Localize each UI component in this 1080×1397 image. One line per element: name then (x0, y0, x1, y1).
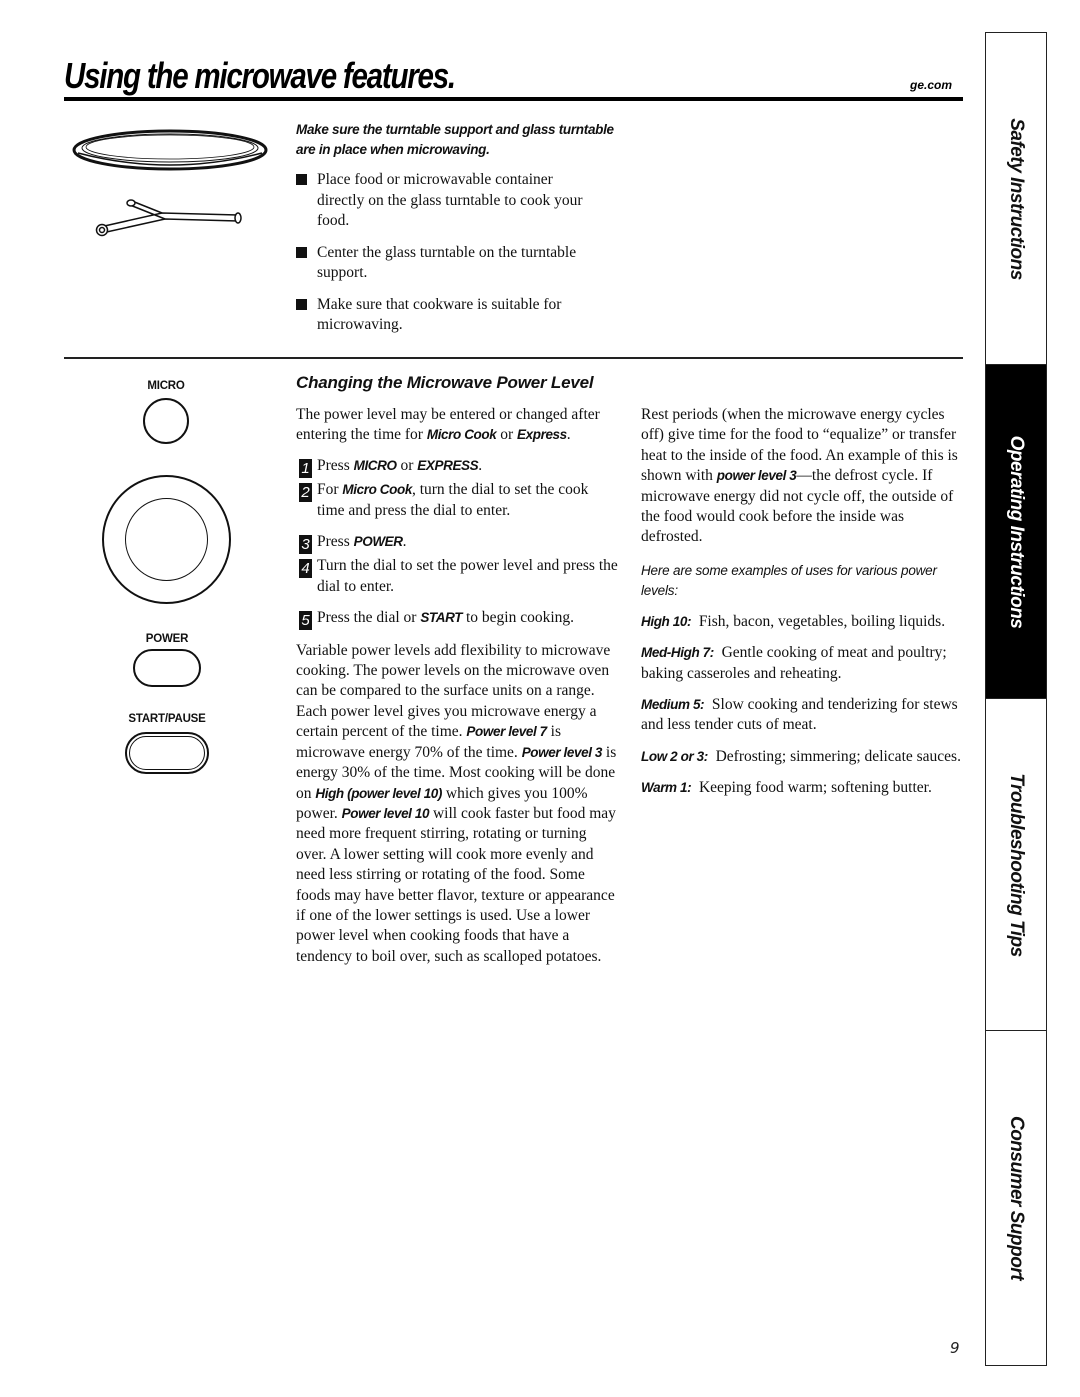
column-left: The power level may be entered or change… (296, 405, 618, 967)
tab-consumer-support[interactable]: Consumer Support (986, 1031, 1046, 1365)
bullet-square-icon (296, 298, 307, 310)
rest-periods-paragraph: Rest periods (when the microwave energy … (641, 406, 958, 546)
start-pause-button-icon (125, 732, 209, 774)
section-tabs: Safety Instructions Operating Instructio… (985, 32, 1047, 1366)
start-pause-label: START/PAUSE (128, 713, 206, 725)
list-item: Center the glass turntable on the turnta… (296, 243, 596, 284)
list-item: Make sure that cookware is suitable for … (296, 295, 596, 336)
page-number: 9 (950, 1339, 960, 1357)
bullet-square-icon (296, 174, 307, 185)
tab-operating-instructions[interactable]: Operating Instructions (986, 365, 1046, 699)
step-number-badge: 2 (299, 483, 312, 503)
site-link[interactable]: ge.com (910, 78, 952, 92)
example-item: Low 2 or 3: Defrosting; simmering; delic… (641, 747, 961, 765)
step-number-badge: 4 (299, 559, 312, 579)
bullet-square-icon (296, 246, 307, 258)
examples-intro: Here are some examples of uses for vario… (641, 562, 937, 598)
list-item: Place food or microwavable container dir… (296, 170, 596, 232)
step-item: 4 Turn the dial to set the power level a… (296, 556, 618, 597)
column-right: Rest periods (when the microwave energy … (641, 405, 961, 810)
step-item: 2 For Micro Cook, turn the dial to set t… (296, 480, 618, 521)
section-divider (64, 357, 963, 359)
step-number-badge: 1 (299, 458, 312, 478)
dial-icon (102, 475, 231, 604)
turntable-illustration (72, 129, 268, 237)
dial-center-icon (125, 498, 208, 581)
variable-power-paragraph: Variable power levels add flexibility to… (296, 641, 617, 965)
section-heading: Changing the Microwave Power Level (296, 373, 594, 392)
micro-label: MICRO (147, 380, 185, 392)
header-rule (64, 97, 963, 101)
turntable-support-icon (95, 199, 242, 237)
power-button-icon (133, 649, 201, 687)
example-item: Warm 1: Keeping food warm; softening but… (641, 779, 932, 797)
steps-list: 1 Press MICRO or EXPRESS. 2 For Micro Co… (296, 456, 618, 631)
example-item: Medium 5: Slow cooking and tenderizing f… (641, 696, 958, 734)
turntable-bullets: Place food or microwavable container dir… (296, 170, 596, 347)
step-item: 5 Press the dial or START to begin cooki… (296, 608, 618, 631)
step-item: 3 Press POWER. (296, 532, 618, 555)
example-item: Med-High 7: Gentle cooking of meat and p… (641, 644, 947, 682)
tab-troubleshooting-tips[interactable]: Troubleshooting Tips (986, 699, 1046, 1031)
turntable-note: Make sure the turntable support and glas… (296, 122, 614, 157)
example-item: High 10: Fish, bacon, vegetables, boilin… (641, 612, 946, 630)
step-number-badge: 5 (299, 611, 312, 631)
step-item: 1 Press MICRO or EXPRESS. (296, 456, 618, 478)
power-label: POWER (145, 633, 189, 645)
intro-paragraph: The power level may be entered or change… (296, 406, 600, 444)
glass-turntable-icon (72, 129, 268, 171)
step-number-badge: 3 (299, 535, 312, 555)
micro-button-icon (143, 398, 189, 444)
tab-safety-instructions[interactable]: Safety Instructions (986, 33, 1046, 365)
page-title: Using the microwave features. (64, 55, 456, 96)
